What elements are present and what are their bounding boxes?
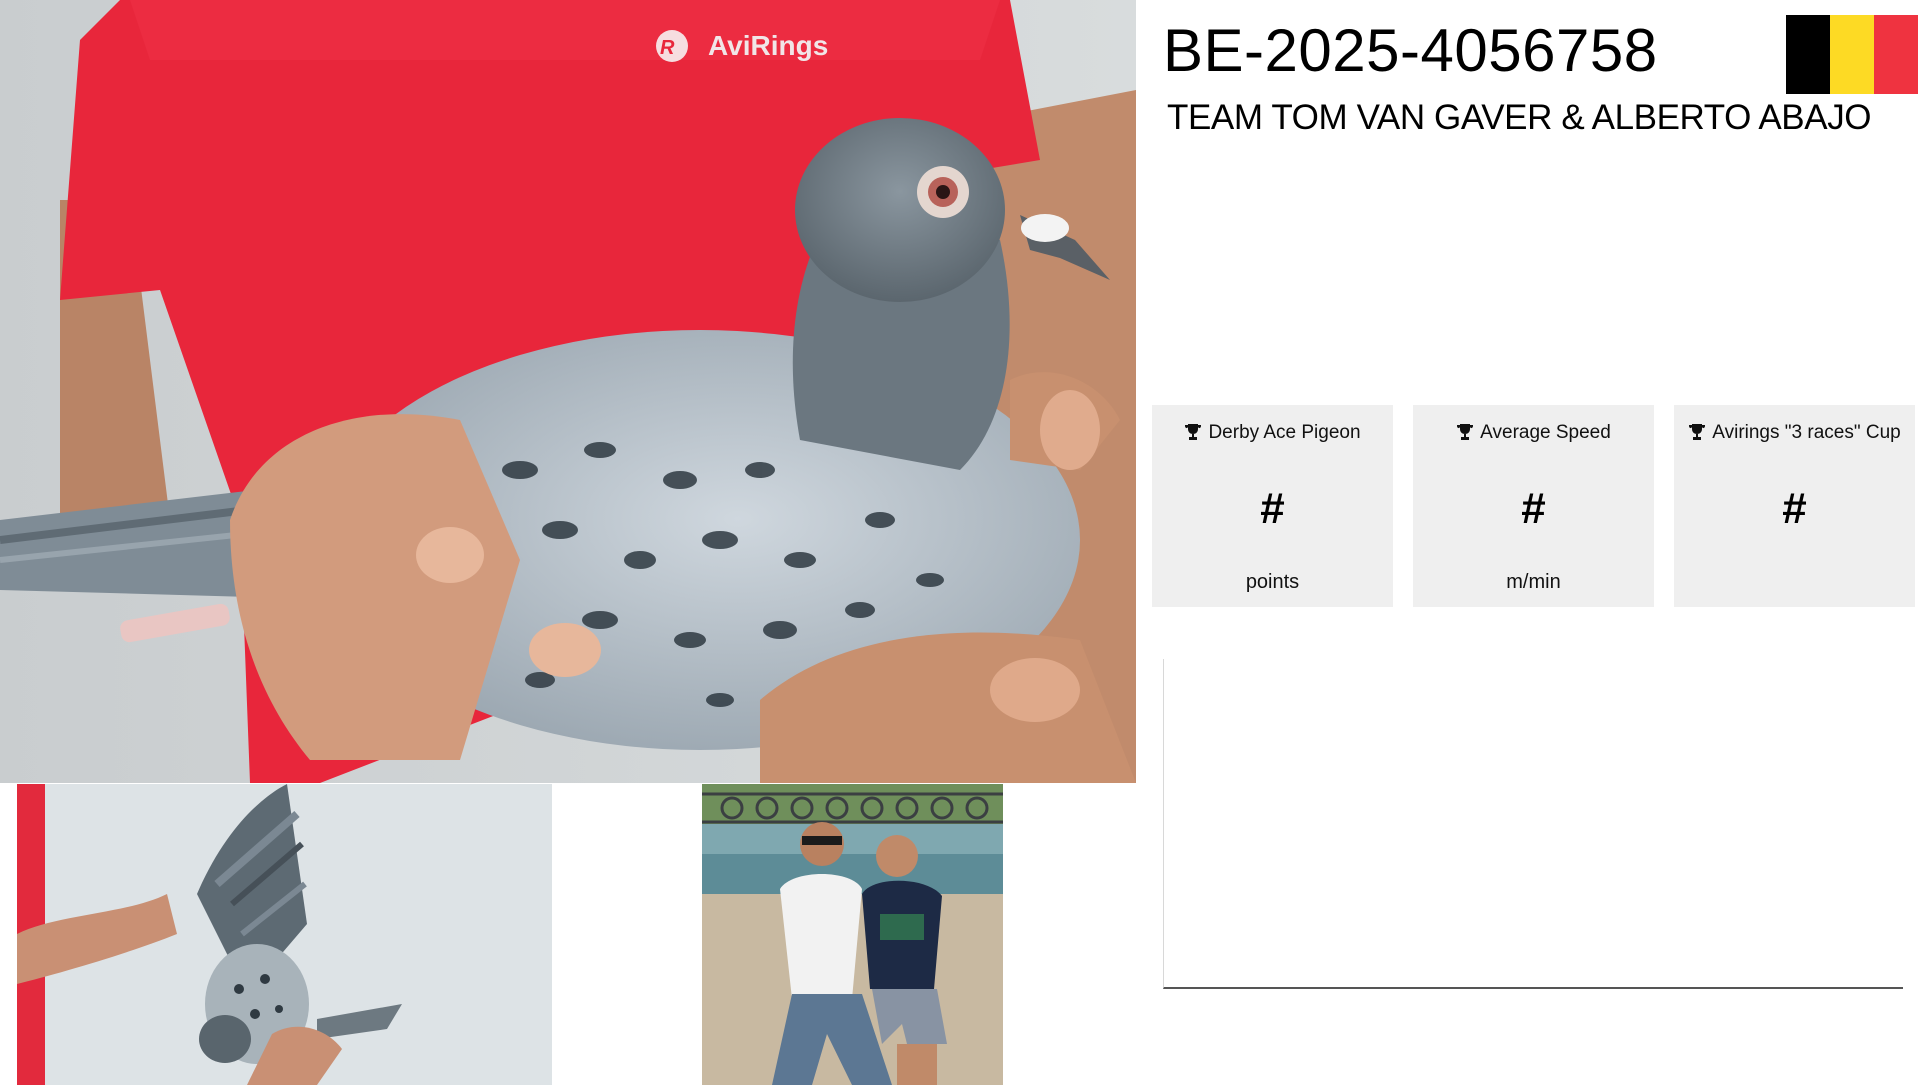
svg-text:AviRings: AviRings — [708, 30, 828, 61]
stat-card-3-races-cup: Avirings "3 races" Cup # — [1674, 405, 1915, 607]
stat-value: # — [1782, 484, 1807, 533]
stat-title: Average Speed — [1413, 422, 1654, 444]
trophy-icon — [1689, 424, 1706, 440]
stat-card-average-speed: Average Speed # m/min — [1413, 405, 1654, 607]
stat-card-derby-ace: Derby Ace Pigeon # points — [1152, 405, 1393, 607]
wing-photo[interactable] — [17, 784, 552, 1085]
main-pigeon-photo[interactable]: R AviRings — [0, 0, 1136, 783]
trophy-icon — [1185, 424, 1202, 440]
stat-unit: points — [1245, 571, 1300, 593]
ring-number: BE-2025-4056758 — [1163, 17, 1658, 84]
stat-value: # — [1260, 484, 1285, 533]
stat-unit: m/min — [1506, 571, 1561, 593]
stat-title: Derby Ace Pigeon — [1152, 422, 1393, 444]
trophy-icon — [1457, 424, 1474, 440]
stat-title: Avirings "3 races" Cup — [1674, 422, 1915, 444]
belgium-flag-icon — [1786, 15, 1918, 94]
info-panel — [1163, 659, 1903, 989]
team-name: TEAM TOM VAN GAVER & ALBERTO ABAJO — [1167, 98, 1872, 137]
team-photo[interactable] — [702, 784, 1003, 1085]
svg-text:R: R — [660, 37, 675, 59]
stat-value: # — [1521, 484, 1546, 533]
